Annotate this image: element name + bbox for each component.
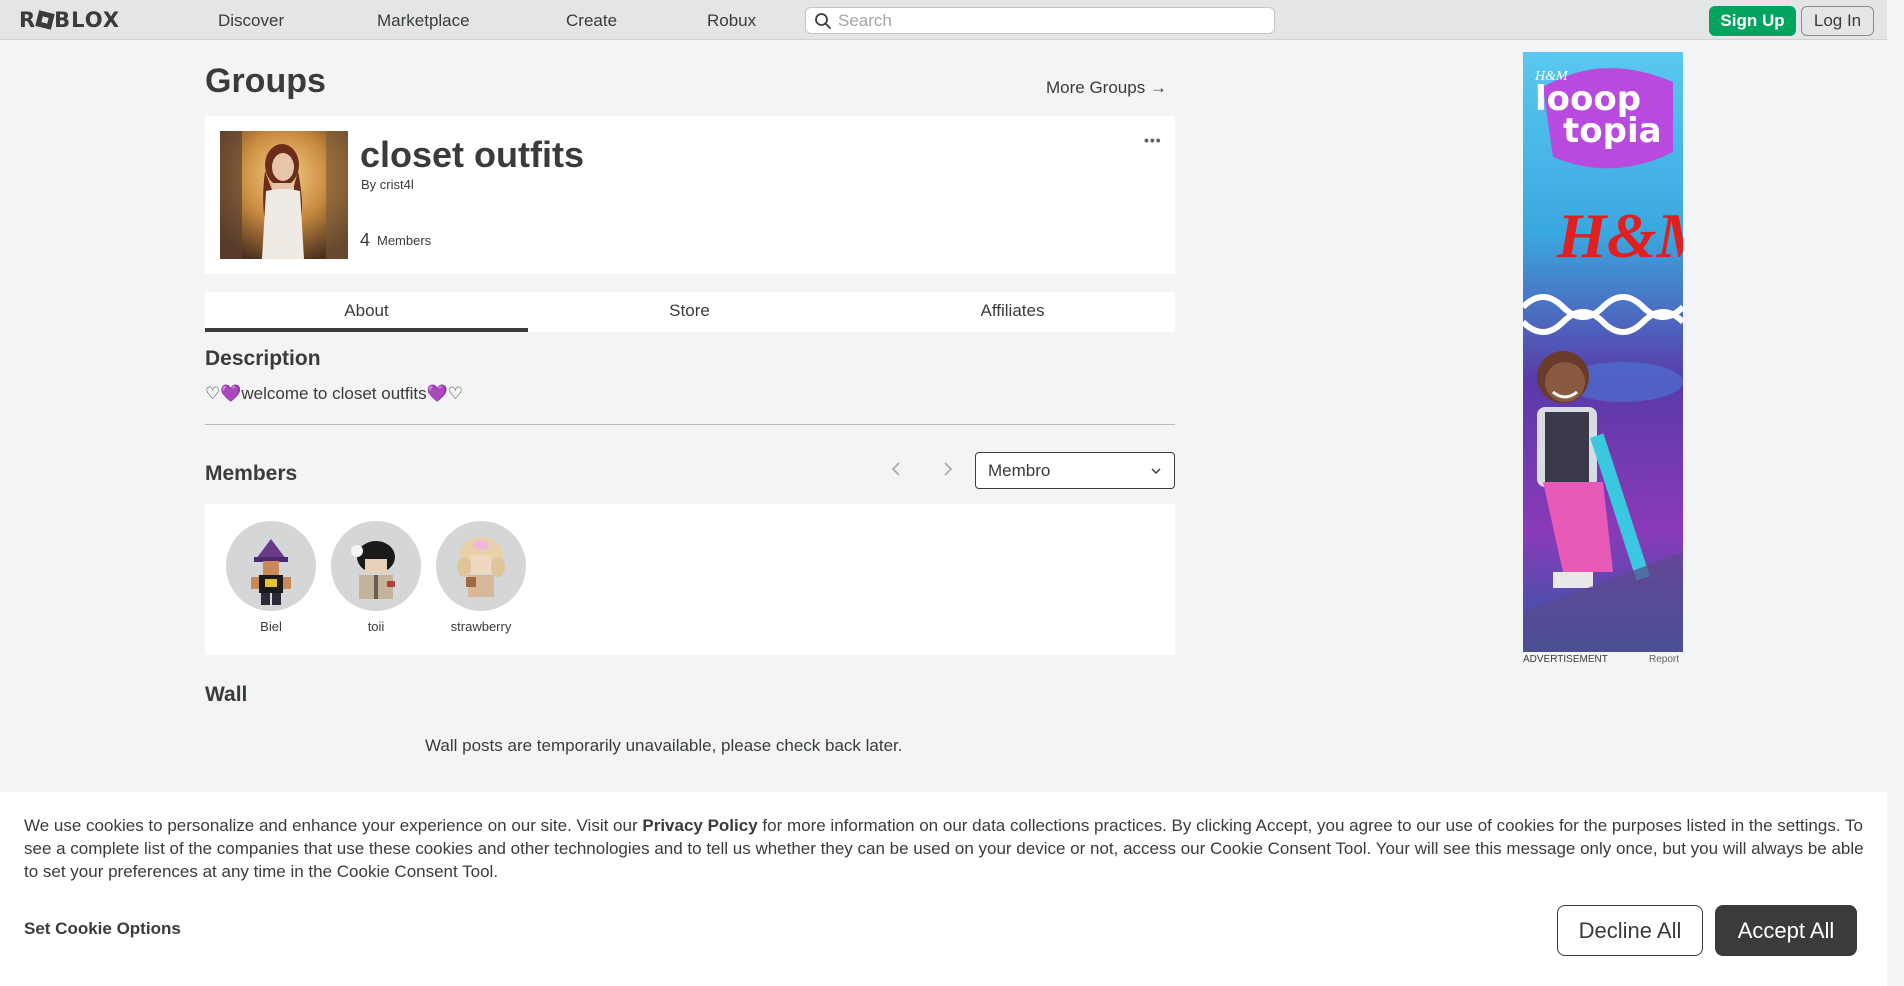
search-icon: [815, 13, 831, 29]
group-owner-line: By crist4l: [361, 177, 414, 192]
search-input[interactable]: [838, 10, 1258, 31]
top-nav: R BLOX Discover Marketplace Create Robux …: [0, 0, 1887, 40]
member-count-label: Members: [377, 233, 432, 248]
group-name: closet outfits: [360, 134, 585, 175]
prev-page-icon[interactable]: [890, 461, 902, 477]
chevron-down-icon: [1151, 468, 1161, 474]
cookie-banner: We use cookies to personalize and enhanc…: [0, 792, 1887, 986]
decline-all-button[interactable]: Decline All: [1557, 905, 1703, 956]
nav-discover[interactable]: Discover: [218, 11, 284, 31]
avatar: [331, 521, 421, 611]
description-heading: Description: [205, 347, 321, 370]
description-text: ♡💜welcome to closet outfits💜♡: [205, 384, 464, 403]
member-name: strawberry: [450, 619, 512, 634]
cookie-text-part: We use cookies to personalize and enhanc…: [24, 816, 643, 835]
wall-heading: Wall: [205, 683, 248, 706]
tab-about[interactable]: About: [205, 292, 528, 332]
member-count: 4: [360, 230, 371, 250]
member-item[interactable]: strawberry: [435, 521, 527, 634]
members-list: Biel toii strawberry: [205, 504, 1175, 655]
more-options-icon[interactable]: •••: [1144, 132, 1162, 148]
section-divider: [205, 424, 1175, 425]
cookie-text: We use cookies to personalize and enhanc…: [24, 814, 1864, 883]
nav-create[interactable]: Create: [566, 11, 617, 31]
ad-label: ADVERTISEMENT: [1523, 654, 1608, 665]
advertisement-banner[interactable]: H&M looop topia H&M: [1523, 52, 1683, 652]
member-name: Biel: [260, 619, 282, 634]
ad-brand-big: H&M: [1556, 200, 1683, 271]
group-thumbnail: [220, 131, 348, 259]
nav-robux[interactable]: Robux: [707, 11, 756, 31]
owner-link[interactable]: crist4l: [380, 177, 414, 192]
set-cookie-options-link[interactable]: Set Cookie Options: [24, 919, 181, 939]
more-groups-link[interactable]: More Groups →: [1046, 78, 1167, 98]
sign-up-button[interactable]: Sign Up: [1709, 6, 1796, 36]
by-prefix: By: [361, 177, 377, 192]
log-in-button[interactable]: Log In: [1801, 6, 1874, 36]
next-page-icon[interactable]: [942, 461, 954, 477]
page-title: Groups: [205, 62, 326, 100]
search-box[interactable]: [805, 7, 1275, 34]
tab-affiliates[interactable]: Affiliates: [851, 292, 1174, 332]
avatar: [226, 521, 316, 611]
group-tabs: About Store Affiliates: [205, 292, 1175, 332]
privacy-policy-link[interactable]: Privacy Policy: [642, 816, 757, 835]
group-header-card: closet outfits By crist4l 4 Members •••: [205, 116, 1175, 274]
avatar: [436, 521, 526, 611]
member-name: toii: [367, 619, 385, 634]
ad-report-link[interactable]: Report: [1649, 654, 1679, 665]
role-dropdown[interactable]: Membro: [975, 452, 1175, 489]
members-heading: Members: [205, 462, 298, 485]
tab-store[interactable]: Store: [528, 292, 851, 332]
member-item[interactable]: toii: [330, 521, 422, 634]
ad-title-line2: topia: [1563, 111, 1662, 151]
roblox-logo[interactable]: R BLOX: [19, 8, 120, 32]
member-item[interactable]: Biel: [225, 521, 317, 634]
accept-all-button[interactable]: Accept All: [1715, 905, 1857, 956]
nav-marketplace[interactable]: Marketplace: [377, 11, 470, 31]
wall-unavailable-message: Wall posts are temporarily unavailable, …: [425, 736, 903, 755]
role-dropdown-value: Membro: [988, 461, 1051, 480]
